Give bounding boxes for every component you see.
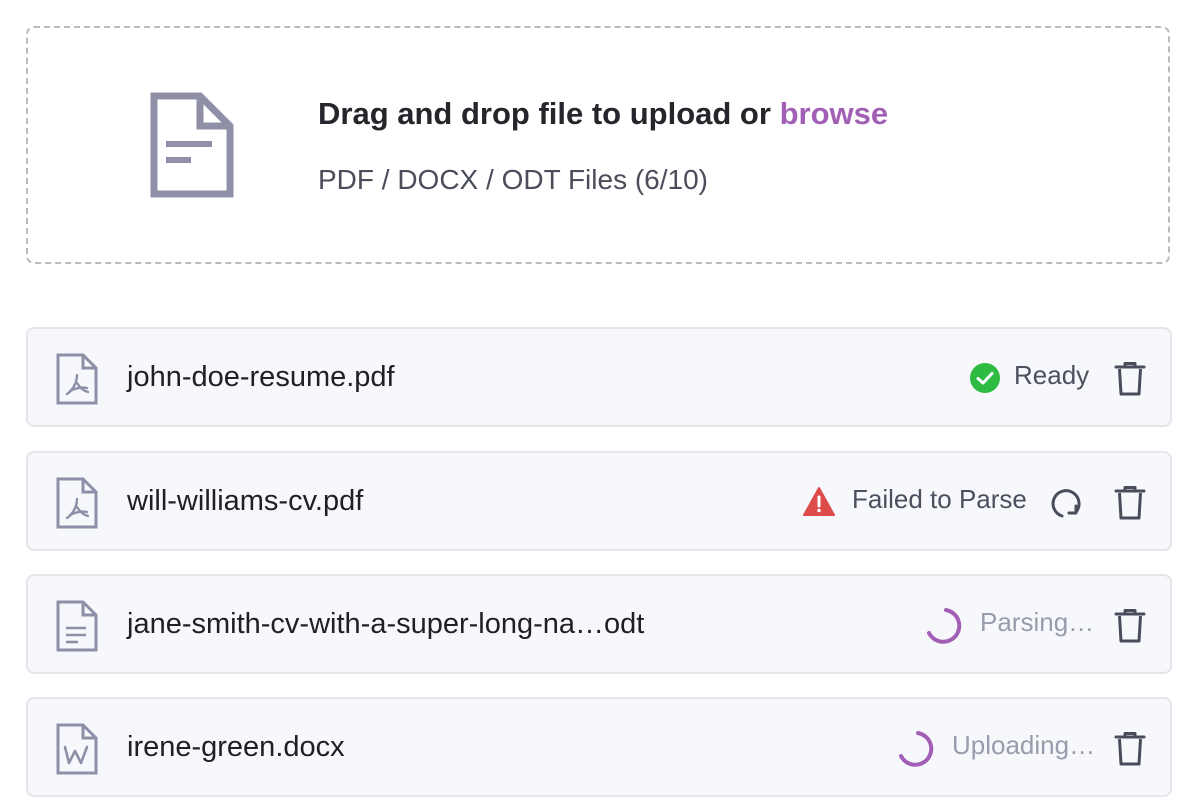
warning-triangle-icon [803, 487, 835, 516]
pdf-file-icon [56, 477, 98, 529]
spinner-icon [899, 731, 934, 767]
status-label: Uploading… [952, 730, 1096, 760]
file-name: jane-smith-cv-with-a-super-long-na…odt [127, 608, 645, 640]
status-label: Failed to Parse [852, 484, 1027, 514]
upload-title: Drag and drop file to upload or browse [318, 96, 888, 132]
browse-link[interactable]: browse [780, 96, 889, 131]
trash-icon[interactable] [1113, 485, 1147, 521]
spinner-icon [927, 608, 962, 644]
file-name: will-williams-cv.pdf [127, 485, 364, 517]
document-icon [150, 92, 234, 198]
file-name: irene-green.docx [127, 731, 345, 763]
trash-icon[interactable] [1113, 731, 1147, 767]
upload-file-types: PDF / DOCX / ODT Files (6/10) [318, 164, 708, 195]
pdf-file-icon [56, 353, 98, 405]
status-label: Parsing… [980, 607, 1095, 637]
file-row: jane-smith-cv-with-a-super-long-na…odt P… [26, 574, 1172, 674]
trash-icon[interactable] [1113, 608, 1147, 644]
upload-title-prefix: Drag and drop file to upload or [318, 96, 780, 131]
file-row: will-williams-cv.pdf Failed to Parse [26, 451, 1172, 551]
retry-icon[interactable] [1049, 486, 1083, 520]
status-label: Ready [1014, 360, 1090, 390]
word-file-icon [56, 723, 98, 775]
trash-icon[interactable] [1113, 361, 1147, 397]
file-name: john-doe-resume.pdf [127, 361, 395, 393]
text-file-icon [56, 600, 98, 652]
upload-dropzone[interactable]: Drag and drop file to upload or browse P… [26, 26, 1170, 264]
check-circle-icon [970, 363, 1000, 393]
file-row: john-doe-resume.pdf Ready [26, 327, 1172, 427]
file-row: irene-green.docx Uploading… [26, 697, 1172, 797]
